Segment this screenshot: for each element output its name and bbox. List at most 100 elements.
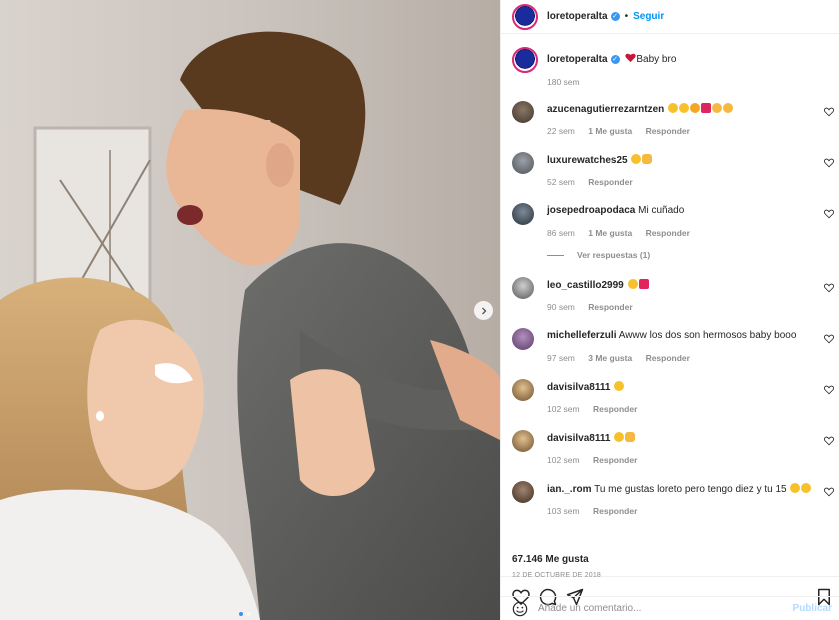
comment-meta: 52 sem Responder [547,177,644,187]
commenter-avatar[interactable] [512,328,534,350]
comment-text: ian._.rom Tu me gustas loreto pero tengo… [547,483,812,495]
author-avatar[interactable] [512,3,538,30]
comment-text: josepedroapodaca Mi cuñado [547,205,684,216]
chevron-right-icon [481,307,486,314]
comment-text: davisilva8111 [547,381,625,393]
comment-age: 102 sem [547,404,580,414]
star-eyes-emoji-icon [627,279,638,289]
post-date: 12 DE OCTUBRE DE 2018 [512,572,602,579]
comment-meta: 103 sem Responder [547,506,648,516]
crying-emoji-icon [801,483,812,493]
tongue-wink-emoji-icon [614,432,625,442]
reply-button[interactable]: Responder [593,455,637,465]
comment-body: Awww los dos son hermosos baby booo [618,330,797,341]
instagram-post: loretoperalta ✓ • Seguir loretoperalta ✓ … [0,0,839,620]
comment-age: 102 sem [547,455,580,465]
commenter-avatar[interactable] [512,203,534,225]
follow-button[interactable]: Seguir [633,11,664,22]
reply-button[interactable]: Responder [646,353,690,363]
open-hands-emoji-icon [690,103,701,113]
view-replies-label: Ver respuestas (1) [577,250,651,260]
comment-text: michelleferzuli Awww los dos son hermoso… [547,330,796,341]
commenter-username[interactable]: ian._.rom [547,484,591,495]
commenter-username[interactable]: josepedroapodaca [547,205,635,216]
verified-badge-icon: ✓ [610,54,620,64]
comment-body: Tu me gustas loreto pero tengo diez y tu… [594,484,787,495]
comments-list[interactable]: loretoperalta ✓ Baby bro 180 sem azucenag… [501,34,839,576]
star-eyes-emoji-icon [668,103,679,113]
comment-text: davisilva8111 [547,432,636,444]
add-comment-input[interactable] [538,603,778,614]
view-replies-button[interactable]: Ver respuestas (1) [547,250,650,260]
caption-username[interactable]: loretoperalta [547,54,608,65]
comment-meta: 102 sem Responder [547,404,648,414]
comment-age: 103 sem [547,506,580,516]
like-comment-heart-icon[interactable] [824,158,834,168]
post-header: loretoperalta ✓ • Seguir [501,0,839,34]
heart-emoji-icon [625,53,636,63]
commenter-avatar[interactable] [512,152,534,174]
commenter-username[interactable]: davisilva8111 [547,382,610,393]
separator-dot: • [624,11,629,22]
reply-button[interactable]: Responder [646,126,690,136]
reply-button[interactable]: Responder [593,506,637,516]
author-avatar[interactable] [512,47,538,73]
post-side-panel: loretoperalta ✓ • Seguir loretoperalta ✓ … [500,0,839,620]
reply-button[interactable]: Responder [646,228,690,238]
verified-badge-icon: ✓ [610,12,620,21]
commenter-username[interactable]: azucenagutierrezarntzen [547,104,664,115]
commenter-avatar[interactable] [512,430,534,452]
comment-meta: 97 sem 3 Me gusta Responder [547,353,701,363]
reply-button[interactable]: Responder [588,177,632,187]
likes-count[interactable]: 67.146 Me gusta [512,554,589,565]
comment-meta: 102 sem Responder [547,455,648,465]
reply-button[interactable]: Responder [588,302,632,312]
like-comment-heart-icon[interactable] [824,436,834,446]
comment-likes[interactable]: 1 Me gusta [588,228,632,238]
commenter-avatar[interactable] [512,481,534,503]
comment-age: 22 sem [547,126,575,136]
carousel-dot-active [239,612,243,616]
comment-likes[interactable]: 3 Me gusta [588,353,632,363]
like-comment-heart-icon[interactable] [824,385,834,395]
comment-age: 52 sem [547,177,575,187]
comment-age: 86 sem [547,228,575,238]
commenter-username[interactable]: michelleferzuli [547,330,616,341]
commenter-avatar[interactable] [512,277,534,299]
commenter-username[interactable]: leo_castillo2999 [547,280,624,291]
smile-emoji-icon [614,381,625,391]
comment-text: azucenagutierrezarntzen [547,103,734,115]
star-eyes-emoji-icon [679,103,690,113]
like-comment-heart-icon[interactable] [824,487,834,497]
like-comment-heart-icon[interactable] [824,107,834,117]
comment-text: leo_castillo2999 [547,279,649,291]
emoji-picker-icon[interactable] [512,601,528,617]
comment-meta: 86 sem 1 Me gusta Responder [547,228,701,238]
commenter-avatar[interactable] [512,379,534,401]
comment-likes[interactable]: 1 Me gusta [588,126,632,136]
caption-text: loretoperalta ✓ Baby bro [547,53,676,65]
commenter-avatar[interactable] [512,101,534,123]
photo-scene [0,0,500,620]
next-photo-button[interactable] [474,301,493,320]
comment-body: Mi cuñado [638,205,685,216]
author-username[interactable]: loretoperalta [547,11,608,22]
post-photo[interactable] [0,0,500,620]
like-comment-heart-icon[interactable] [824,334,834,344]
replies-divider-line [547,254,564,256]
caption-age: 180 sem [547,77,580,87]
clap-emoji-icon [712,103,723,113]
commenter-username[interactable]: davisilva8111 [547,433,610,444]
caption-body: Baby bro [636,54,677,65]
like-comment-heart-icon[interactable] [824,283,834,293]
reply-button[interactable]: Responder [593,404,637,414]
carousel-dot [247,612,251,616]
publish-button[interactable]: Publicar [793,603,832,614]
caption-meta: 180 sem [547,77,591,87]
comment-text: luxurewatches25 [547,154,653,166]
comment-age: 97 sem [547,353,575,363]
commenter-username[interactable]: luxurewatches25 [547,155,628,166]
add-comment-bar: Publicar [501,596,839,620]
like-comment-heart-icon[interactable] [824,209,834,219]
ok-hand-emoji-icon [642,154,653,164]
